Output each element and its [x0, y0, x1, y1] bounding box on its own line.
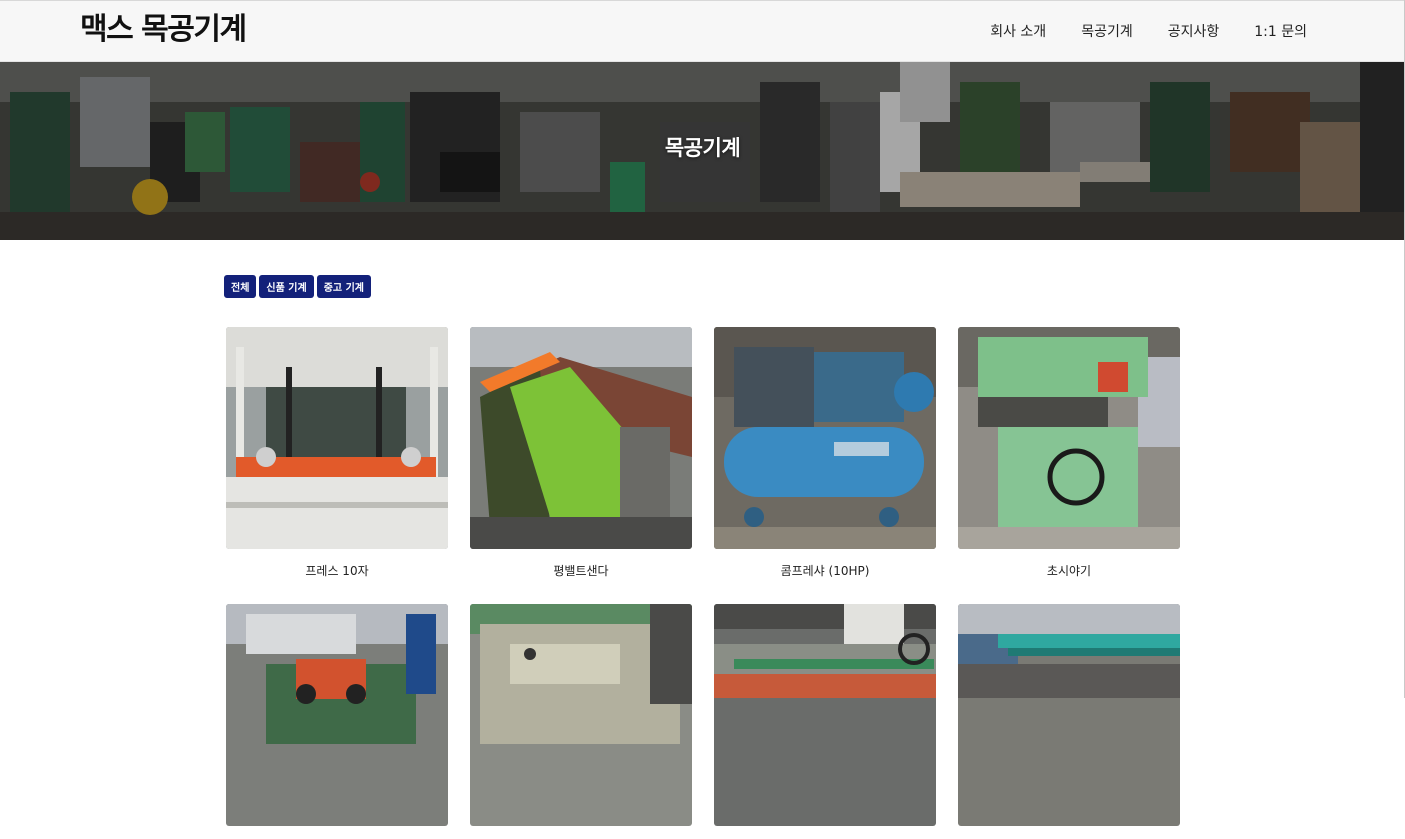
site-header: 맥스 목공기계 회사 소개 목공기계 공지사항 1:1 문의 [0, 0, 1405, 62]
category-filters: 전체 신품 기계 중고 기계 [224, 275, 374, 298]
filter-all-button[interactable]: 전체 [224, 275, 257, 298]
product-title[interactable]: 프레스 10자 [226, 562, 448, 579]
nav-item-inquiry[interactable]: 1:1 문의 [1254, 21, 1307, 43]
filter-used-button[interactable]: 중고 기계 [316, 275, 371, 298]
product-title[interactable]: 콤프레샤 (10HP) [714, 562, 936, 579]
product-card[interactable] [226, 604, 448, 839]
product-card[interactable]: 콤프레샤 (10HP) [714, 327, 936, 579]
machine-photo[interactable] [226, 604, 448, 826]
product-card[interactable]: 초시야기 [958, 327, 1180, 579]
machine-photo[interactable] [470, 604, 692, 826]
hero-banner: 목공기계 [0, 62, 1405, 240]
filter-new-button[interactable]: 신품 기계 [259, 275, 314, 298]
hero-title: 목공기계 [664, 136, 741, 160]
press-machine-photo[interactable] [226, 327, 448, 549]
compressor-photo[interactable] [714, 327, 936, 549]
edge-bander-photo[interactable] [714, 604, 936, 826]
product-card[interactable]: 평밸트샌다 [470, 327, 692, 579]
machine-photo[interactable] [958, 604, 1180, 826]
nav-item-about[interactable]: 회사 소개 [990, 21, 1046, 43]
nav-item-notices[interactable]: 공지사항 [1168, 21, 1220, 43]
product-card[interactable] [714, 604, 936, 839]
product-card[interactable] [470, 604, 692, 839]
site-logo[interactable]: 맥스 목공기계 [80, 10, 247, 50]
product-card[interactable]: 프레스 10자 [226, 327, 448, 579]
product-title[interactable]: 평밸트샌다 [470, 562, 692, 579]
planer-photo[interactable] [958, 327, 1180, 549]
belt-sander-photo[interactable] [470, 327, 692, 549]
product-title[interactable]: 초시야기 [958, 562, 1180, 579]
product-card[interactable] [958, 604, 1180, 839]
main-nav: 회사 소개 목공기계 공지사항 1:1 문의 [955, 21, 1307, 43]
nav-item-machines[interactable]: 목공기계 [1081, 21, 1133, 43]
